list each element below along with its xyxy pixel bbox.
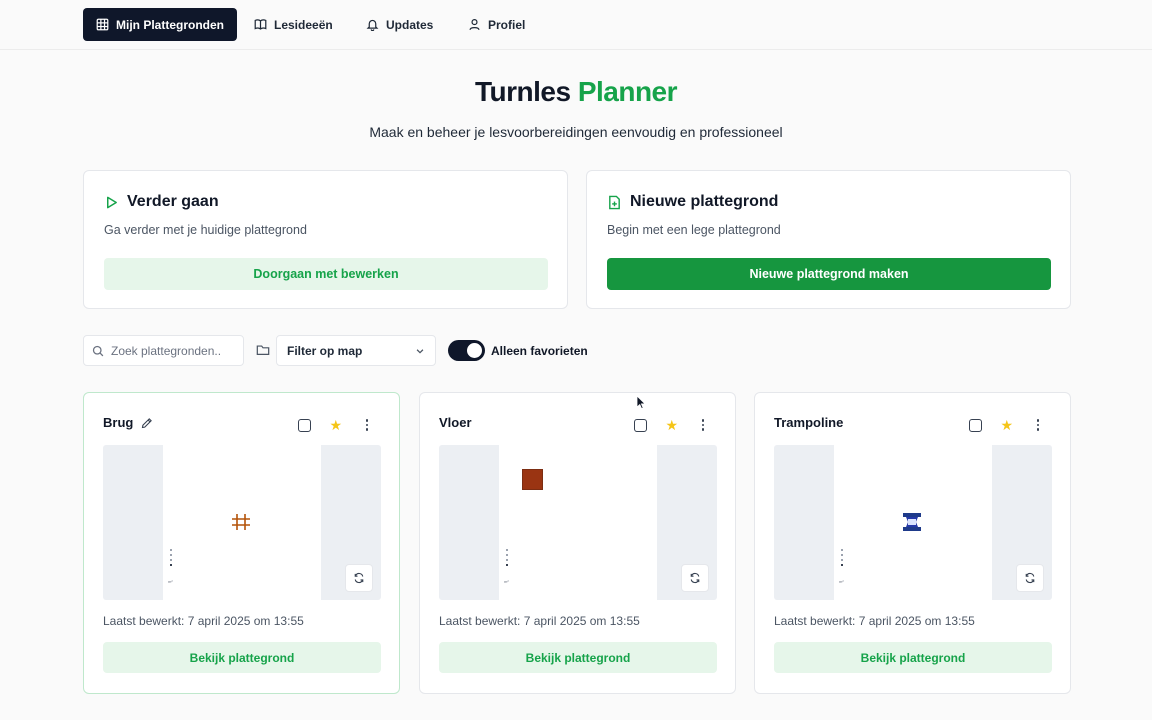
continue-card-description: Ga verder met je huidige plattegrond — [104, 223, 307, 237]
plan-preview: m² — [774, 445, 1052, 600]
last-edited: Laatst bewerkt: 7 april 2025 om 13:55 — [774, 614, 975, 628]
new-plan-card-description: Begin met een lege plattegrond — [607, 223, 781, 237]
refresh-preview-button[interactable] — [345, 564, 373, 592]
trampoline-icon — [903, 513, 921, 531]
nav-tab-mijn-plattegronden[interactable]: Mijn Plattegronden — [83, 8, 237, 41]
star-icon[interactable]: ★ — [329, 418, 342, 432]
plan-card-actions: ★ — [634, 418, 710, 432]
plan-card-actions: ★ — [969, 418, 1045, 432]
plan-name: Vloer — [439, 415, 472, 430]
refresh-icon — [690, 572, 700, 584]
book-icon — [254, 19, 267, 30]
plan-name: Trampoline — [774, 415, 844, 430]
plan-card-title-row: Trampoline — [774, 415, 843, 430]
refresh-icon — [1025, 572, 1035, 584]
plan-card[interactable]: Trampoline ★ m² Laatst bewerkt: 7 april … — [754, 392, 1071, 694]
refresh-preview-button[interactable] — [681, 564, 709, 592]
view-plan-button[interactable]: Bekijk plattegrond — [103, 642, 381, 673]
nav-tab-updates[interactable]: Updates — [353, 8, 446, 41]
mouse-cursor-icon — [636, 395, 646, 410]
play-icon — [107, 196, 117, 208]
preview-scale-dots — [506, 549, 509, 566]
view-plan-button[interactable]: Bekijk plattegrond — [439, 642, 717, 673]
pencil-icon[interactable] — [141, 417, 153, 429]
bell-icon — [366, 19, 379, 31]
select-checkbox[interactable] — [298, 418, 312, 432]
plan-preview: m² — [103, 445, 381, 600]
nav-tab-label: Mijn Plattegronden — [116, 17, 224, 32]
plan-preview: m² — [439, 445, 717, 600]
user-icon — [469, 19, 480, 31]
continue-card: Verder gaan Ga verder met je huidige pla… — [83, 170, 568, 309]
continue-editing-button[interactable]: Doorgaan met bewerken — [104, 258, 548, 290]
new-plan-card-title: Nieuwe plattegrond — [630, 193, 779, 210]
last-edited: Laatst bewerkt: 7 april 2025 om 13:55 — [103, 614, 304, 628]
more-menu-icon[interactable] — [360, 418, 374, 432]
new-plan-card-header: Nieuwe plattegrond — [607, 193, 778, 211]
top-navigation: Mijn Plattegronden Lesideeën Updates Pro… — [0, 0, 1152, 50]
select-checkbox[interactable] — [969, 418, 983, 432]
nav-tab-label: Updates — [386, 17, 434, 32]
select-checkbox[interactable] — [634, 418, 648, 432]
chevron-down-icon — [416, 348, 424, 354]
preview-scale-dots — [841, 549, 844, 566]
star-icon[interactable]: ★ — [665, 418, 678, 432]
favorites-toggle[interactable] — [448, 340, 485, 361]
more-menu-icon[interactable] — [696, 418, 710, 432]
grid-icon — [96, 18, 109, 31]
page-subtitle: Maak en beheer je lesvoorbereidingen een… — [369, 124, 783, 140]
floor-mat-icon — [522, 469, 543, 490]
bars-icon — [232, 514, 250, 530]
title-accent: Planner — [577, 76, 678, 107]
folder-icon — [256, 345, 270, 355]
preview-unit-label: m² — [504, 579, 509, 584]
search-box[interactable] — [83, 335, 244, 366]
preview-unit-label: m² — [839, 579, 844, 584]
plan-name: Brug — [103, 415, 134, 430]
view-plan-button[interactable]: Bekijk plattegrond — [774, 642, 1052, 673]
title-main: Turnles — [474, 76, 571, 107]
preview-unit-label: m² — [168, 579, 173, 584]
preview-scale-dots — [170, 549, 173, 566]
favorites-toggle-label: Alleen favorieten — [491, 344, 588, 358]
last-edited: Laatst bewerkt: 7 april 2025 om 13:55 — [439, 614, 640, 628]
search-input[interactable] — [111, 343, 239, 358]
search-icon — [92, 345, 104, 356]
continue-card-header: Verder gaan — [104, 193, 219, 211]
folder-filter-value: Filter op map — [287, 343, 363, 358]
nav-tab-lesideeen[interactable]: Lesideeën — [241, 8, 346, 41]
plan-card[interactable]: Vloer ★ m² Laatst bewerkt: 7 april 2025 … — [419, 392, 736, 694]
plan-card[interactable]: Brug ★ m² Laatst bewerkt: 7 april 2025 o… — [83, 392, 400, 694]
nav-tab-label: Profiel — [488, 17, 526, 32]
create-new-plan-button[interactable]: Nieuwe plattegrond maken — [607, 258, 1051, 290]
refresh-preview-button[interactable] — [1016, 564, 1044, 592]
folder-filter-select[interactable]: Filter op map — [276, 335, 436, 366]
toggle-knob — [467, 343, 482, 358]
star-icon[interactable]: ★ — [1000, 418, 1013, 432]
nav-tab-label: Lesideeën — [274, 17, 333, 32]
nav-tab-profiel[interactable]: Profiel — [455, 8, 538, 41]
continue-card-title: Verder gaan — [127, 193, 219, 210]
new-plan-card: Nieuwe plattegrond Begin met een lege pl… — [586, 170, 1071, 309]
plan-card-title-row: Brug — [103, 415, 153, 430]
file-plus-icon — [609, 195, 620, 209]
more-menu-icon[interactable] — [1031, 418, 1045, 432]
page-title: Turnles Planner — [0, 76, 1152, 108]
refresh-icon — [354, 572, 364, 584]
plan-card-title-row: Vloer — [439, 415, 472, 430]
plan-card-actions: ★ — [298, 418, 374, 432]
